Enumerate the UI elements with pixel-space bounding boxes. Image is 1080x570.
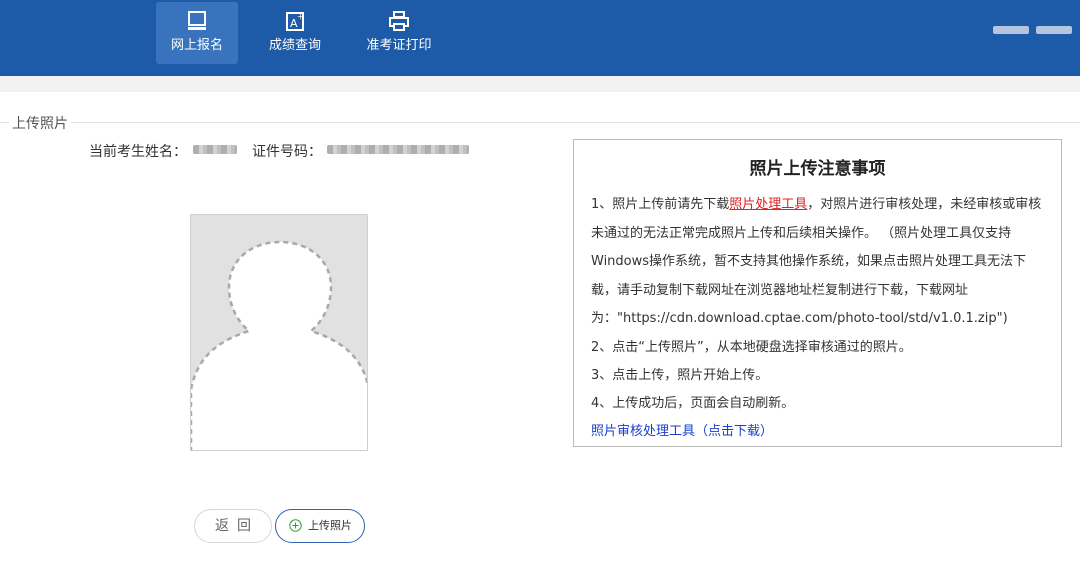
candidate-name-redacted [193, 145, 237, 154]
upload-notice-panel: 照片上传注意事项 1、照片上传前请先下载照片处理工具，对照片进行审核处理，未经审… [573, 139, 1062, 447]
download-tool-link[interactable]: 照片审核处理工具（点击下载） [591, 418, 1049, 447]
score-document-icon: A + [286, 12, 304, 31]
nav-score-query[interactable]: A + 成绩查询 [258, 2, 332, 64]
section-title: 上传照片 [9, 113, 71, 133]
nav-label: 成绩查询 [268, 38, 321, 53]
svg-text:+: + [297, 12, 304, 21]
notice-title: 照片上传注意事项 [749, 159, 886, 179]
notice-item-1-prefix: 1、照片上传前请先下载 [591, 197, 730, 212]
id-number-redacted [327, 145, 469, 154]
photo-tool-link[interactable]: 照片处理工具 [729, 197, 807, 212]
back-button[interactable]: 返回 [194, 509, 272, 543]
photo-preview [190, 214, 368, 451]
user-info-redacted[interactable] [1036, 26, 1072, 34]
user-name-redacted[interactable] [993, 26, 1029, 34]
id-number-label: 证件号码： [252, 144, 322, 160]
nav-label: 网上报名 [170, 38, 223, 53]
monitor-icon [188, 11, 206, 30]
nav-admission-ticket-print[interactable]: 准考证打印 [359, 2, 439, 64]
person-silhouette-icon [191, 240, 367, 450]
notice-item-3: 3、点击上传，照片开始上传。 [591, 368, 769, 383]
notice-item-4: 4、上传成功后，页面会自动刷新。 [591, 396, 795, 411]
upload-photo-button[interactable]: 上传照片 [275, 509, 365, 543]
header-divider [0, 76, 1080, 92]
nav-online-registration[interactable]: 网上报名 [156, 2, 238, 64]
candidate-name-label: 当前考生姓名： [89, 144, 187, 160]
notice-item-2: 2、点击“上传照片”，从本地硬盘选择审核通过的照片。 [591, 340, 912, 355]
section-divider [0, 122, 1080, 123]
upload-photo-label: 上传照片 [308, 519, 352, 532]
top-navigation-bar: 网上报名 A + 成绩查询 准考证打印 [0, 0, 1080, 76]
notice-item-1-text: ，对照片进行审核处理，未经审核或审核未通过的无法正常完成照片上传和后续相关操作。… [591, 197, 1042, 326]
nav-label: 准考证打印 [366, 38, 432, 53]
printer-icon [389, 11, 409, 31]
notice-item-1: 1、照片上传前请先下载照片处理工具，对照片进行审核处理，未经审核或审核未通过的无… [591, 191, 1049, 334]
plus-circle-icon [289, 519, 302, 532]
